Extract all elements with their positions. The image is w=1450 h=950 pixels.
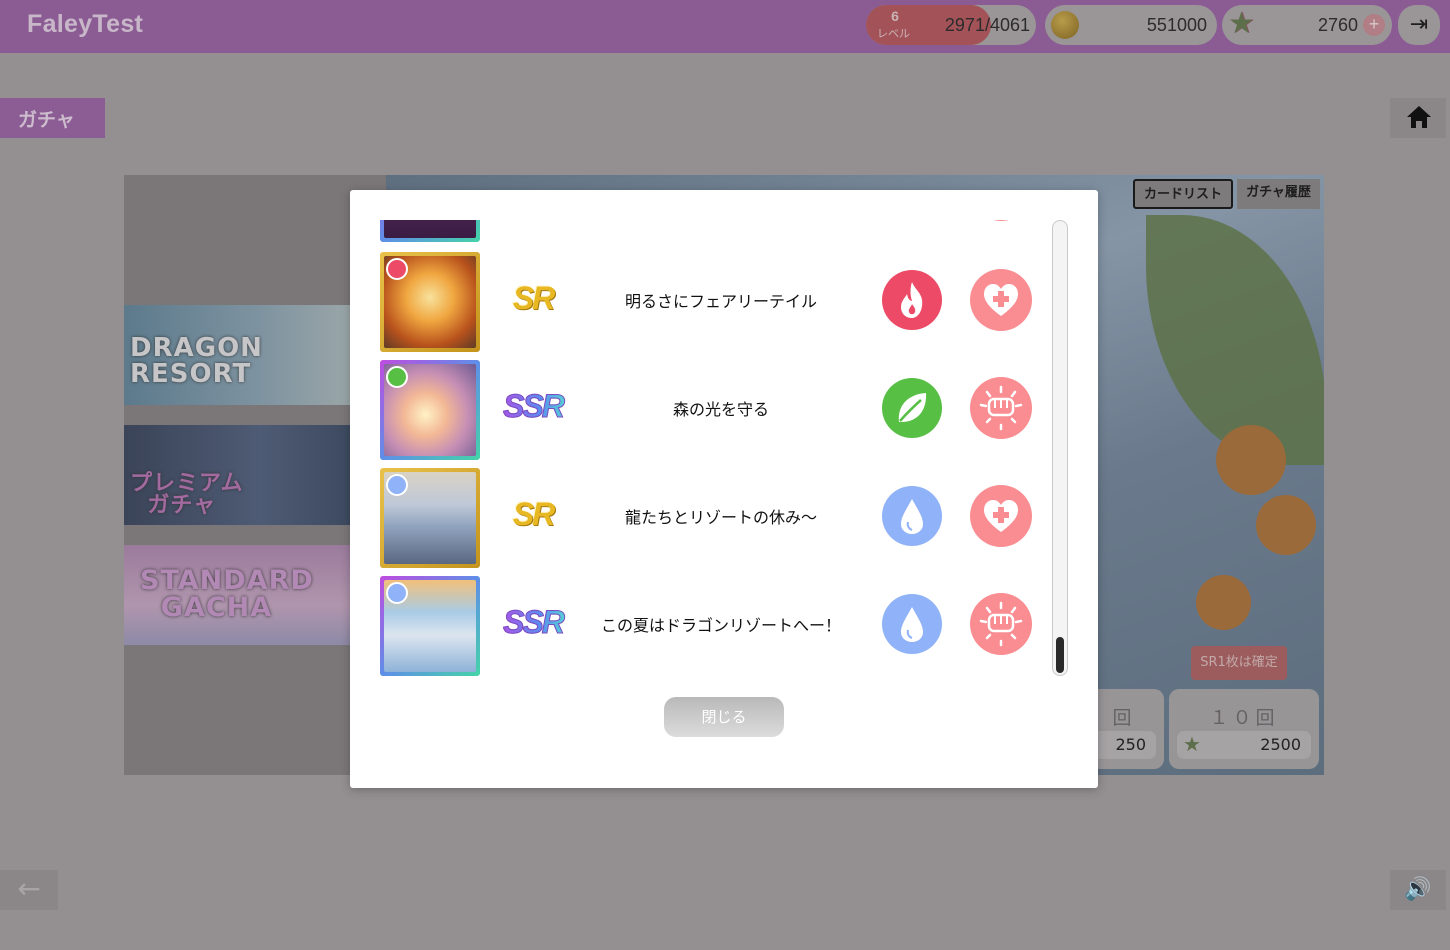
water-attribute-icon [882, 486, 942, 546]
card-name: この夏はドラゴンリゾートへー！ [600, 616, 841, 635]
card-name: 龍たちとリゾートの休み～ [624, 508, 817, 527]
leaf-attribute-icon [386, 366, 408, 388]
rarity-badge: SSR [498, 598, 568, 646]
single-draw-cost-value: 250 [1115, 735, 1146, 754]
ten-draw-cost-value: 2500 [1260, 735, 1301, 754]
level-number: 6 [891, 8, 899, 24]
coin-icon [1051, 11, 1079, 39]
card-thumbnail [380, 252, 480, 352]
card-thumbnail [380, 576, 480, 676]
single-draw-cost: 250 [1092, 731, 1156, 759]
list-item[interactable]: SR 龍たちとリゾートの休み～ [380, 468, 1040, 568]
banner-dragon-resort[interactable]: DRAGON RESORT [124, 305, 350, 405]
back-button[interactable]: ← [0, 870, 58, 910]
logout-button[interactable]: ⇥ [1398, 5, 1440, 45]
star-pill: ★ 2760 + [1222, 5, 1392, 45]
banner-title: DRAGON RESORT [130, 333, 263, 389]
attack-fist-icon [970, 593, 1032, 655]
home-button[interactable] [1390, 98, 1446, 138]
tab-card-list[interactable]: カードリスト [1133, 179, 1233, 209]
level-label: レベル [877, 28, 910, 40]
level-pill: 6 レベル 2971/4061 [866, 5, 1036, 45]
star-value: 2760 [1317, 15, 1358, 35]
banner-title: プレミアム ガチャ [130, 471, 244, 518]
star-icon: ★ [1183, 732, 1201, 756]
card-thumbnail [380, 220, 480, 242]
tab-gacha-history[interactable]: ガチャ履歴 [1237, 179, 1320, 209]
scrollbar-thumb[interactable] [1056, 637, 1064, 673]
attack-fist-icon [970, 377, 1032, 439]
list-item[interactable]: SR 明るさにフェアリーテイル [380, 252, 1040, 352]
heal-heart-icon [970, 485, 1032, 547]
add-stars-button[interactable]: + [1363, 14, 1385, 36]
card-name: 明るさにフェアリーテイル [624, 292, 817, 311]
fire-attribute-icon [386, 258, 408, 280]
star-icon: ★ [1228, 7, 1255, 40]
card-list[interactable]: SR 明るさにフェアリーテイル SSR 森の光を守る SR 龍たちとリゾートの休み～ SSR… [380, 220, 1040, 678]
close-button[interactable]: 閉じる [664, 697, 784, 737]
card-thumbnail [380, 468, 480, 568]
rarity-badge: SR [512, 496, 555, 532]
guarantee-badge: SR1枚は確定 [1191, 646, 1287, 680]
speaker-icon: 🔊 [1404, 877, 1432, 902]
role-icon [970, 220, 1032, 221]
water-attribute-icon [882, 594, 942, 654]
banner-premium-gacha[interactable]: プレミアム ガチャ [124, 425, 350, 525]
list-scrollbar[interactable] [1052, 220, 1068, 676]
coin-value: 551000 [1146, 15, 1207, 35]
list-item [380, 220, 1040, 242]
ten-draw-cost: ★ 2500 [1177, 731, 1311, 759]
water-attribute-icon [386, 474, 408, 496]
fire-attribute-icon [882, 270, 942, 330]
card-name: 森の光を守る [672, 400, 769, 419]
sound-button[interactable]: 🔊 [1390, 870, 1446, 910]
coin-pill: 551000 [1045, 5, 1217, 45]
water-attribute-icon [386, 582, 408, 604]
section-title: ガチャ [0, 98, 105, 138]
list-item[interactable]: SSR 森の光を守る [380, 360, 1040, 460]
app-title: FaleyTest [27, 10, 144, 38]
rarity-badge: SR [512, 280, 555, 316]
list-item[interactable]: SSR この夏はドラゴンリゾートへー！ [380, 576, 1040, 676]
card-thumbnail [380, 360, 480, 460]
top-bar: FaleyTest 6 レベル 2971/4061 551000 ★ 2760 … [0, 0, 1450, 53]
heal-heart-icon [970, 269, 1032, 331]
banner-title: STANDARD GACHA [140, 565, 314, 623]
rarity-badge: SSR [498, 382, 568, 430]
leaf-attribute-icon [882, 378, 942, 438]
card-list-modal: SR 明るさにフェアリーテイル SSR 森の光を守る SR 龍たちとリゾートの休み～ SSR… [350, 190, 1098, 788]
ten-draw-label: １０回 [1209, 707, 1279, 729]
ten-draw-button[interactable]: １０回 ★ 2500 [1169, 689, 1319, 769]
logout-icon: ⇥ [1409, 12, 1429, 37]
banner-standard-gacha[interactable]: STANDARD GACHA [124, 545, 350, 645]
level-exp: 2971/4061 [944, 15, 1030, 35]
back-arrow-icon: ← [17, 872, 41, 905]
